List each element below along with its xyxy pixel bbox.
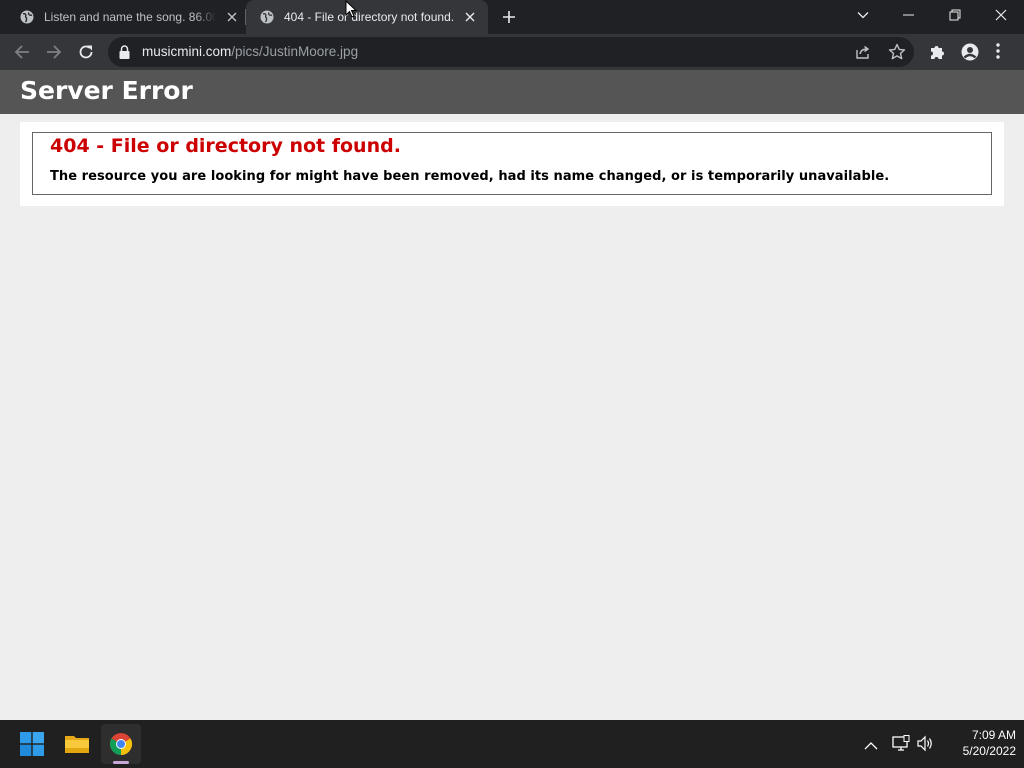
close-icon bbox=[995, 9, 1007, 21]
tab-404-not-found[interactable]: 404 - File or directory not found. bbox=[246, 0, 488, 34]
tab-title: Listen and name the song. 86.00 bbox=[44, 10, 216, 24]
page-header: Server Error bbox=[0, 70, 1024, 114]
reload-button[interactable] bbox=[72, 38, 100, 66]
globe-icon bbox=[20, 10, 34, 24]
restore-button[interactable] bbox=[932, 0, 978, 30]
windows-taskbar: 7:09 AM 5/20/2022 bbox=[0, 720, 1024, 768]
windows-start-icon[interactable] bbox=[14, 726, 50, 762]
arrow-right-icon bbox=[47, 45, 62, 59]
minimize-icon bbox=[903, 14, 914, 16]
system-clock[interactable]: 7:09 AM 5/20/2022 bbox=[940, 727, 1016, 759]
page-viewport: Server Error 404 - File or directory not… bbox=[0, 70, 1024, 720]
error-heading: 404 - File or directory not found. bbox=[50, 135, 401, 157]
tab-search-button[interactable] bbox=[840, 0, 886, 30]
url-text[interactable]: musicmini.com/pics/JustinMoore.jpg bbox=[142, 44, 358, 59]
kebab-menu-icon[interactable] bbox=[996, 43, 1000, 63]
reload-icon bbox=[79, 45, 93, 59]
url-path: /pics/JustinMoore.jpg bbox=[231, 44, 359, 59]
volume-icon[interactable] bbox=[917, 735, 935, 756]
page-title: Server Error bbox=[20, 76, 193, 105]
network-icon[interactable] bbox=[892, 735, 910, 756]
new-tab-button[interactable] bbox=[499, 7, 519, 27]
address-bar[interactable]: musicmini.com/pics/JustinMoore.jpg bbox=[108, 37, 914, 67]
chevron-down-icon bbox=[857, 12, 869, 19]
error-message: The resource you are looking for might h… bbox=[50, 169, 890, 184]
share-icon[interactable] bbox=[855, 44, 871, 64]
restore-icon bbox=[949, 9, 961, 21]
minimize-button[interactable] bbox=[886, 0, 932, 30]
globe-icon bbox=[260, 10, 274, 24]
clock-date: 5/20/2022 bbox=[962, 744, 1016, 758]
clock-time: 7:09 AM bbox=[971, 728, 1016, 742]
puzzle-icon[interactable] bbox=[928, 43, 946, 65]
mouse-cursor-icon bbox=[345, 0, 357, 18]
browser-tab-strip: Listen and name the song. 86.00 404 - Fi… bbox=[0, 0, 1024, 34]
tab-title: 404 - File or directory not found. bbox=[284, 10, 455, 24]
close-icon[interactable] bbox=[462, 9, 478, 25]
url-host: musicmini.com bbox=[142, 44, 232, 59]
close-window-button[interactable] bbox=[978, 0, 1024, 30]
browser-toolbar: musicmini.com/pics/JustinMoore.jpg bbox=[0, 34, 1024, 70]
arrow-left-icon bbox=[14, 45, 29, 59]
chrome-icon[interactable] bbox=[101, 724, 141, 764]
forward-button[interactable] bbox=[40, 38, 68, 66]
close-icon[interactable] bbox=[224, 9, 240, 25]
active-app-indicator bbox=[113, 761, 129, 764]
star-icon[interactable] bbox=[888, 43, 906, 65]
person-icon[interactable] bbox=[961, 43, 979, 65]
plus-icon bbox=[503, 11, 515, 23]
error-fieldset: 404 - File or directory not found. The r… bbox=[32, 132, 992, 195]
lock-icon[interactable] bbox=[119, 44, 130, 63]
back-button[interactable] bbox=[8, 38, 36, 66]
file-explorer-icon[interactable] bbox=[59, 726, 95, 762]
content-container: 404 - File or directory not found. The r… bbox=[20, 122, 1004, 206]
tab-listen-and-name-the-song[interactable]: Listen and name the song. 86.00 bbox=[0, 0, 246, 34]
chevron-up-icon[interactable] bbox=[864, 736, 878, 755]
